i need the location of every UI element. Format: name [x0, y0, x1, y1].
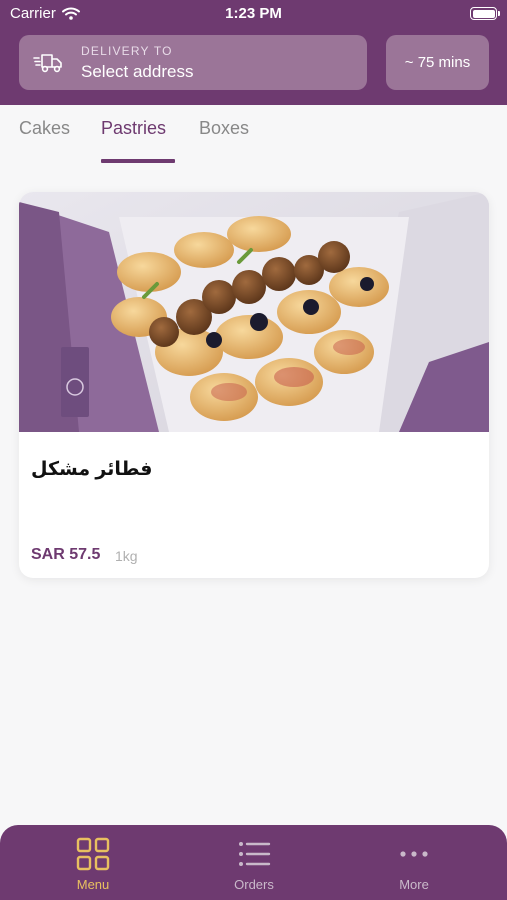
- list-icon: [239, 842, 271, 866]
- header: Carrier 1:23 PM DELIVERY TO Select addre…: [0, 0, 507, 105]
- status-bar: Carrier 1:23 PM: [0, 0, 507, 28]
- delivery-address-button[interactable]: DELIVERY TO Select address: [19, 35, 367, 90]
- product-price: SAR 57.5: [31, 546, 101, 563]
- grid-icon: [76, 837, 110, 871]
- delivery-texts: DELIVERY TO Select address: [81, 44, 193, 82]
- nav-more-label: More: [399, 877, 429, 892]
- nav-orders[interactable]: Orders: [204, 837, 304, 892]
- nav-menu[interactable]: Menu: [43, 837, 143, 892]
- bottom-nav: Menu Orders More: [0, 825, 507, 900]
- product-card[interactable]: فطائر مشكل SAR 57.5 1kg: [19, 192, 489, 578]
- delivery-address: Select address: [81, 61, 194, 81]
- battery-icon: [470, 7, 500, 20]
- nav-more[interactable]: More: [364, 837, 464, 892]
- product-weight: 1kg: [115, 548, 138, 564]
- delivery-truck-icon: [33, 53, 62, 72]
- nav-orders-label: Orders: [234, 877, 274, 892]
- tab-pastries[interactable]: Pastries: [101, 118, 166, 139]
- category-tabs: Cakes Pastries Boxes: [0, 105, 507, 165]
- tab-boxes[interactable]: Boxes: [199, 118, 249, 139]
- product-image: [19, 192, 489, 432]
- product-name: فطائر مشكل: [31, 459, 153, 480]
- status-time: 1:23 PM: [225, 5, 282, 22]
- nav-menu-label: Menu: [76, 877, 110, 892]
- more-dots-icon: [400, 851, 428, 857]
- active-tab-indicator: [101, 159, 175, 163]
- delivery-eta-badge[interactable]: ~ 75 mins: [386, 35, 489, 90]
- tab-cakes[interactable]: Cakes: [19, 118, 70, 139]
- delivery-label: DELIVERY TO: [81, 43, 173, 58]
